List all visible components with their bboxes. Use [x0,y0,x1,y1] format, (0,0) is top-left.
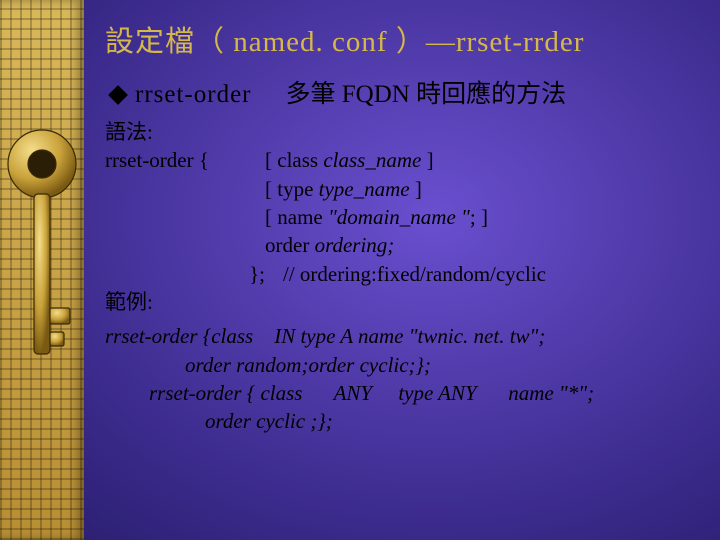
syntax-close: }; [105,260,283,288]
example-line-2: order random;order cyclic;}; [105,351,700,379]
syntax-comment: // ordering:fixed/random/cyclic [283,260,700,288]
bullet-icon [108,85,128,105]
example-block: rrset-order {class IN type A name "twnic… [105,322,700,435]
syntax-line-2: [ type type_name ] [265,175,700,203]
slide-content: 設定檔（ named. conf ）—rrset-rrder rrset-ord… [105,18,700,436]
syntax-line-4: order ordering; [265,231,700,259]
heading-desc: 多筆 FQDN 時回應的方法 [286,81,567,108]
syntax-label: 語法: [105,118,265,146]
example-line-3: rrset-order { class ANY type ANY name "*… [105,379,700,407]
example-line-4: order cyclic ;}; [105,407,700,435]
key-icon [6,118,78,418]
syntax-line-3: [ name "domain_name "; ] [265,203,700,231]
example-label: 範例: [105,288,265,316]
example-line-1: rrset-order {class IN type A name "twnic… [105,322,700,350]
heading-row: rrset-order 多筆 FQDN 時回應的方法 [105,74,700,110]
syntax-line-1: [ class class_name ] [265,146,700,174]
syntax-open: rrset-order { [105,146,265,174]
slide-title: 設定檔（ named. conf ）—rrset-rrder [105,18,700,60]
heading-term: rrset-order [135,81,252,108]
